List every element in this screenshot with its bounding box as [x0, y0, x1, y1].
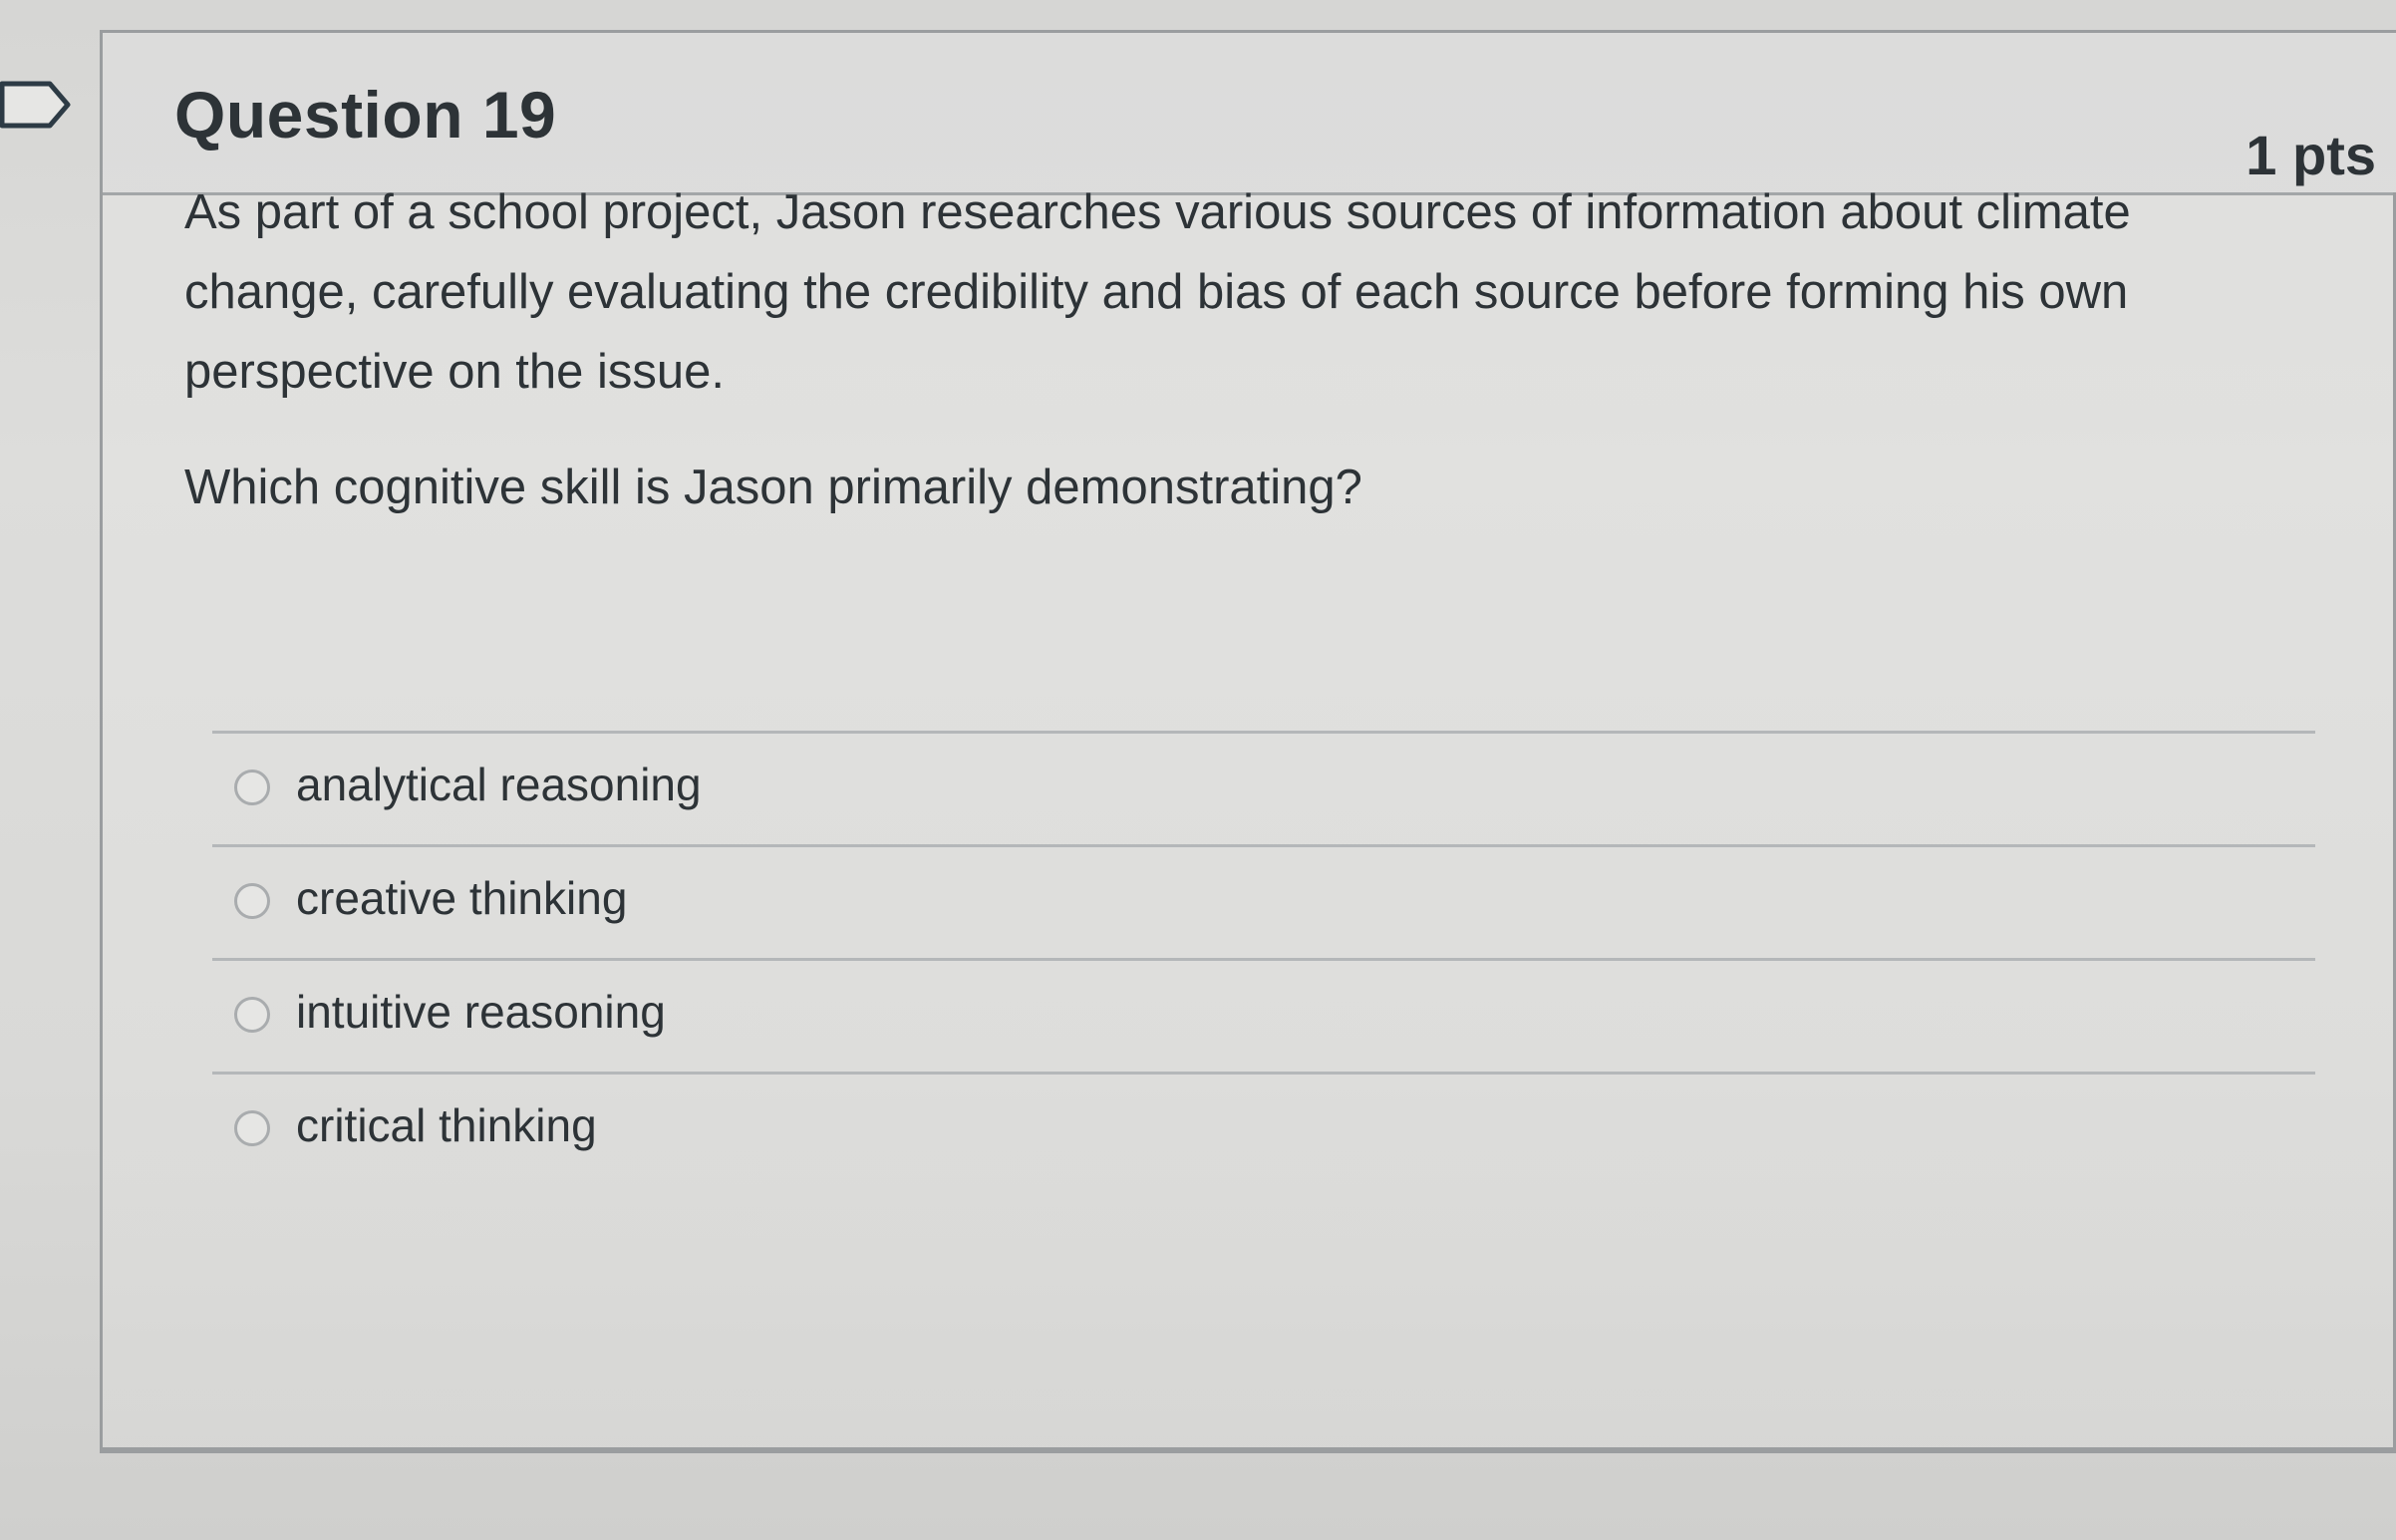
- card-bottom-border: [103, 1447, 2396, 1450]
- answer-radio[interactable]: [234, 997, 270, 1033]
- answer-radio[interactable]: [234, 770, 270, 805]
- question-title: Question 19: [174, 78, 557, 152]
- bookmark-icon[interactable]: [0, 80, 72, 130]
- answer-label[interactable]: creative thinking: [296, 871, 627, 925]
- answer-radio[interactable]: [234, 1110, 270, 1146]
- question-prompt: As part of a school project, Jason resea…: [184, 172, 2257, 527]
- answer-option[interactable]: analytical reasoning: [212, 731, 2315, 844]
- question-points: 1 pts: [2246, 124, 2376, 186]
- question-card: Question 19 1 pts As part of a school pr…: [100, 30, 2396, 1453]
- answer-list: analytical reasoning creative thinking i…: [212, 731, 2315, 1185]
- answer-option[interactable]: creative thinking: [212, 844, 2315, 958]
- answer-radio[interactable]: [234, 883, 270, 919]
- answer-option[interactable]: intuitive reasoning: [212, 958, 2315, 1072]
- answer-label[interactable]: critical thinking: [296, 1098, 597, 1152]
- answer-label[interactable]: intuitive reasoning: [296, 985, 666, 1039]
- answer-option[interactable]: critical thinking: [212, 1072, 2315, 1185]
- question-header: Question 19 1 pts: [103, 33, 2396, 195]
- question-text: Which cognitive skill is Jason primarily…: [184, 461, 1362, 514]
- answer-label[interactable]: analytical reasoning: [296, 758, 702, 811]
- quiz-page: Question 19 1 pts As part of a school pr…: [0, 0, 2396, 1540]
- question-scenario-text: As part of a school project, Jason resea…: [184, 185, 2131, 399]
